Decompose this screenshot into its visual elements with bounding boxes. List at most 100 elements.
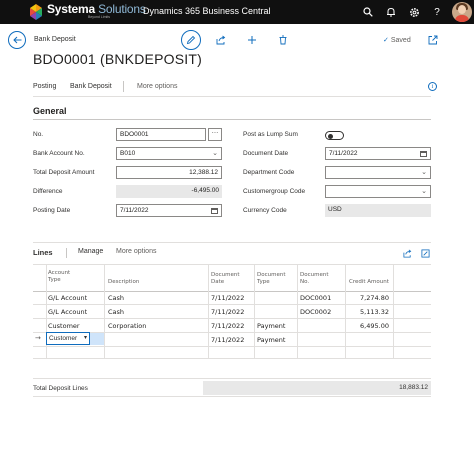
- no-field[interactable]: BDO0001: [116, 128, 206, 141]
- more-options-menu[interactable]: More options: [137, 83, 177, 90]
- edit-button[interactable]: [181, 30, 201, 50]
- currency-label: Currency Code: [243, 207, 287, 214]
- divider: [33, 96, 431, 97]
- lines-more-options[interactable]: More options: [116, 248, 156, 255]
- top-bar: Systema Solutions Beyond Limits Dynamics…: [0, 0, 474, 24]
- col-document-date[interactable]: Document Date: [211, 272, 247, 286]
- grid-row-line: [33, 304, 431, 305]
- col-description[interactable]: Description: [108, 279, 139, 286]
- back-button[interactable]: [8, 31, 26, 49]
- lines-share-button[interactable]: [400, 246, 414, 260]
- assist-edit-button[interactable]: ···: [208, 128, 222, 141]
- cell-document-no[interactable]: DOC0001: [300, 294, 331, 302]
- cell-document-date[interactable]: 7/11/2022: [211, 336, 244, 344]
- total-deposit-field[interactable]: 12,388.12: [116, 166, 222, 179]
- page-title: BDO0001 (BNKDEPOSIT): [33, 51, 202, 67]
- difference-value: -6,495.00: [116, 185, 222, 198]
- lines-top-divider: [33, 242, 431, 243]
- share-icon: [216, 35, 226, 45]
- cell-document-date[interactable]: 7/11/2022: [211, 308, 244, 316]
- cell-account-type[interactable]: G/L Account: [48, 308, 87, 316]
- cell-document-type[interactable]: Payment: [257, 322, 285, 330]
- col-account-type[interactable]: Account Type: [48, 270, 84, 284]
- share-button[interactable]: [214, 33, 228, 47]
- systema-logo-icon: [30, 4, 42, 20]
- cell-account-type[interactable]: Customer: [48, 322, 80, 330]
- settings-icon[interactable]: [406, 4, 422, 20]
- bell-icon[interactable]: [383, 4, 399, 20]
- difference-label: Difference: [33, 188, 63, 195]
- grid-col-line: [254, 264, 255, 358]
- calendar-icon[interactable]: [211, 208, 218, 214]
- bank-account-field[interactable]: B010 ⌄: [116, 147, 222, 160]
- total-lines-label: Total Deposit Lines: [33, 385, 88, 392]
- cell-account-type[interactable]: G/L Account: [48, 294, 87, 302]
- chevron-down-icon: ⌄: [421, 169, 427, 176]
- new-button[interactable]: [245, 33, 259, 47]
- cell-document-no[interactable]: DOC0002: [300, 308, 331, 316]
- arrow-left-icon: [12, 36, 21, 44]
- currency-value: USD: [325, 204, 431, 217]
- chevron-down-icon: ▾: [83, 335, 87, 341]
- col-document-no[interactable]: Document No.: [300, 272, 336, 286]
- lines-expand-button[interactable]: [418, 246, 432, 260]
- check-icon: ✓: [383, 37, 389, 44]
- posting-date-field[interactable]: 7/11/2022: [116, 204, 222, 217]
- cell-credit-amount[interactable]: 7,274.80: [347, 294, 389, 302]
- bank-deposit-menu[interactable]: Bank Deposit: [70, 83, 112, 90]
- total-deposit-label: Total Deposit Amount: [33, 169, 95, 176]
- action-bar: Posting Bank Deposit More options: [33, 80, 439, 94]
- department-field[interactable]: ⌄: [325, 166, 431, 179]
- col-credit-amount[interactable]: Credit Amount: [349, 279, 389, 286]
- grid-col-line: [297, 264, 298, 358]
- info-icon[interactable]: i: [428, 82, 437, 91]
- help-icon[interactable]: ?: [429, 4, 445, 20]
- col-document-type[interactable]: Document Type: [257, 272, 293, 286]
- cell-description[interactable]: Corporation: [108, 322, 146, 330]
- posting-date-label: Posting Date: [33, 207, 71, 214]
- calendar-icon[interactable]: [420, 151, 427, 157]
- cell-credit-amount[interactable]: 6,495.00: [347, 322, 389, 330]
- delete-button[interactable]: [276, 33, 290, 47]
- grid-col-line: [208, 264, 209, 358]
- grid-row-line: [33, 318, 431, 319]
- no-label: No.: [33, 131, 44, 138]
- customergroup-field[interactable]: ⌄: [325, 185, 431, 198]
- cell-description[interactable]: Cash: [108, 294, 124, 302]
- current-row-arrow-icon: →: [35, 334, 41, 342]
- app-name: Dynamics 365 Business Central: [143, 6, 271, 16]
- expand-icon: [420, 248, 430, 258]
- saved-status: ✓ Saved: [383, 37, 411, 44]
- lines-heading: Lines: [33, 248, 53, 257]
- cell-document-date[interactable]: 7/11/2022: [211, 322, 244, 330]
- brand-tagline: Beyond Limits: [88, 15, 110, 19]
- pencil-icon: [186, 35, 196, 45]
- grid-row-line: [33, 358, 431, 359]
- posting-menu[interactable]: Posting: [33, 83, 56, 90]
- document-date-field[interactable]: 7/11/2022: [325, 147, 431, 160]
- general-heading: General: [33, 106, 67, 116]
- totals-bottom-divider: [33, 396, 431, 397]
- total-lines-value: 18,883.12: [203, 381, 431, 395]
- open-new-window-button[interactable]: [426, 33, 440, 47]
- cell-document-date[interactable]: 7/11/2022: [211, 294, 244, 302]
- bank-account-label: Bank Account No.: [33, 150, 85, 157]
- document-date-label: Document Date: [243, 150, 289, 157]
- cell-description[interactable]: Cash: [108, 308, 124, 316]
- selected-cell-highlight: [90, 333, 104, 345]
- brand-name: Systema Solutions: [47, 2, 146, 16]
- plus-icon: [248, 36, 256, 44]
- account-type-select[interactable]: Customer ▾: [46, 332, 90, 345]
- totals-divider: [33, 378, 431, 379]
- lump-sum-toggle[interactable]: [325, 131, 344, 140]
- cell-credit-amount[interactable]: 5,113.32: [347, 308, 389, 316]
- search-icon[interactable]: [360, 4, 376, 20]
- action-divider: [123, 81, 124, 92]
- grid-col-line: [393, 264, 394, 358]
- grid-header-line: [33, 291, 431, 292]
- cell-document-type[interactable]: Payment: [257, 336, 285, 344]
- manage-menu[interactable]: Manage: [78, 248, 103, 255]
- grid-row-line: [33, 346, 431, 347]
- avatar[interactable]: [452, 2, 472, 22]
- share-icon: [402, 249, 411, 258]
